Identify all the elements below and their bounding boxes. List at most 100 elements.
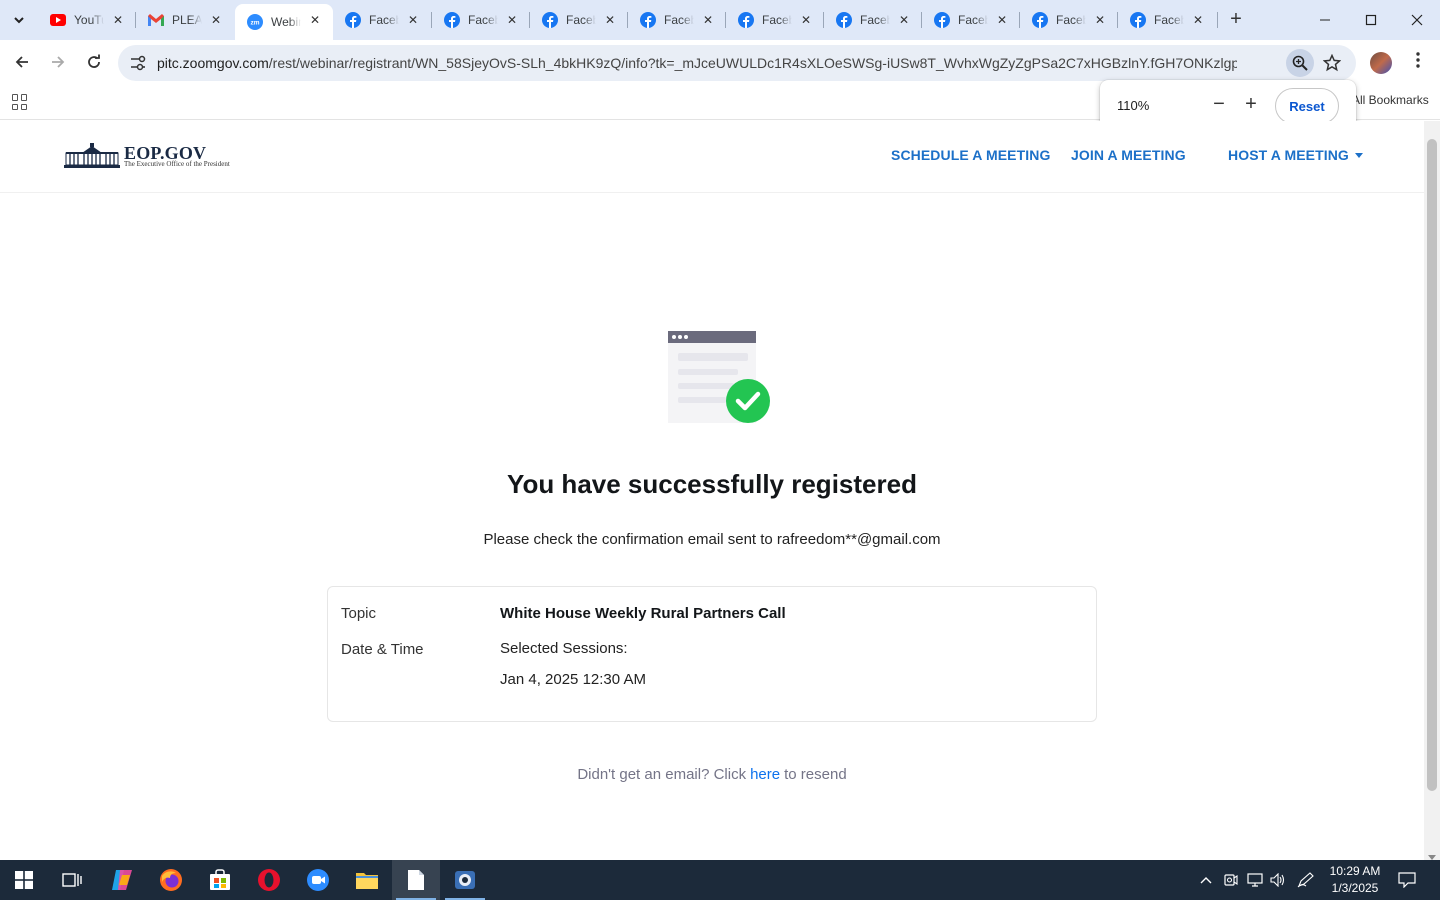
tab-search-button[interactable] (6, 7, 32, 33)
zoom-level: 110% (1117, 98, 1150, 113)
maximize-button[interactable] (1348, 0, 1394, 40)
close-icon[interactable]: ✕ (1092, 12, 1108, 28)
close-icon[interactable]: ✕ (994, 12, 1010, 28)
taskbar-store[interactable] (196, 860, 244, 900)
close-icon[interactable]: ✕ (1190, 12, 1206, 28)
tray-camera-icon[interactable] (1221, 870, 1241, 890)
nav-schedule-meeting[interactable]: SCHEDULE A MEETING (891, 147, 1050, 163)
tab-title: Facebook (860, 13, 890, 27)
zoom-reset-button[interactable]: Reset (1275, 88, 1339, 124)
url-path: /rest/webinar/registrant/WN_58SjeyOvS-SL… (268, 55, 1237, 71)
tab-gmail[interactable]: PLEASE ✕ (136, 4, 234, 36)
nav-join-meeting[interactable]: JOIN A MEETING (1071, 147, 1186, 163)
nav-host-meeting[interactable]: HOST A MEETING (1228, 147, 1363, 163)
browser-menu-button[interactable] (1406, 50, 1430, 76)
site-info-icon[interactable] (128, 53, 148, 73)
logo-subtitle: The Executive Office of the President (124, 160, 230, 168)
taskbar-clock[interactable]: 10:29 AM 1/3/2025 (1320, 863, 1390, 897)
notification-center-icon[interactable] (1397, 870, 1417, 890)
opera-icon (258, 869, 280, 891)
eop-logo[interactable]: EOP.GOV The Executive Office of the Pres… (64, 141, 254, 171)
tab-facebook[interactable]: Facebook ✕ (726, 4, 824, 36)
profile-avatar[interactable] (1370, 52, 1392, 74)
session-datetime: Jan 4, 2025 12:30 AM (500, 671, 646, 688)
tab-facebook[interactable]: Facebook ✕ (922, 4, 1020, 36)
sessions-label: Selected Sessions: (500, 640, 628, 657)
arrow-right-icon (52, 56, 65, 68)
windows-logo-icon (15, 871, 33, 889)
task-view-icon (62, 873, 82, 887)
tab-separator (1217, 12, 1218, 28)
tab-facebook[interactable]: Facebook ✕ (628, 4, 726, 36)
tab-webinar[interactable]: zm Webinar ✕ (235, 4, 333, 40)
tab-title: Facebook (468, 13, 498, 27)
success-title: You have successfully registered (507, 469, 917, 499)
close-icon[interactable]: ✕ (602, 12, 618, 28)
scrollbar-thumb[interactable] (1427, 139, 1437, 791)
close-window-button[interactable] (1394, 0, 1440, 40)
tab-youtube[interactable]: YouTube ✕ (38, 4, 136, 36)
tab-facebook[interactable]: Facebook ✕ (530, 4, 628, 36)
minimize-button[interactable] (1302, 0, 1348, 40)
close-icon[interactable]: ✕ (110, 12, 126, 28)
taskbar-firefox[interactable] (147, 860, 195, 900)
folder-icon (356, 873, 378, 889)
new-tab-button[interactable]: + (1224, 8, 1248, 32)
tab-title: Facebook (566, 13, 596, 27)
zoom-indicator-button[interactable] (1286, 49, 1314, 77)
store-bag-icon (210, 869, 230, 890)
tab-facebook[interactable]: Facebook ✕ (824, 4, 922, 36)
taskbar-zoom[interactable] (294, 860, 342, 900)
facebook-icon (934, 12, 950, 28)
facebook-icon (1130, 12, 1146, 28)
check-circle-icon (726, 379, 770, 423)
tab-facebook[interactable]: Facebook ✕ (333, 4, 431, 36)
tab-facebook[interactable]: Facebook ✕ (1020, 4, 1118, 36)
facebook-icon (1032, 12, 1048, 28)
close-icon[interactable]: ✕ (307, 12, 323, 28)
close-icon[interactable]: ✕ (700, 12, 716, 28)
close-icon[interactable]: ✕ (896, 12, 912, 28)
reload-button[interactable] (80, 48, 108, 76)
tray-chevron-up-icon[interactable] (1196, 870, 1216, 890)
all-bookmarks-button[interactable]: All Bookmarks (1352, 93, 1429, 107)
zoom-out-button[interactable]: − (1208, 93, 1230, 117)
resend-link[interactable]: here (750, 766, 780, 783)
back-button[interactable] (8, 48, 36, 76)
zoom-in-button[interactable]: + (1240, 93, 1262, 117)
taskbar-copilot[interactable] (98, 860, 146, 900)
facebook-icon (444, 12, 460, 28)
taskbar-opera[interactable] (245, 860, 293, 900)
chevron-down-icon (14, 17, 24, 24)
taskbar-chrome-profile[interactable] (441, 860, 489, 900)
close-icon[interactable]: ✕ (405, 12, 421, 28)
tab-facebook[interactable]: Facebook ✕ (432, 4, 530, 36)
facebook-icon (542, 12, 558, 28)
close-icon[interactable]: ✕ (798, 12, 814, 28)
bookmark-star-button[interactable] (1320, 51, 1344, 75)
magnifier-zoom-icon (1292, 55, 1308, 71)
page-content: EOP.GOV The Executive Office of the Pres… (0, 121, 1424, 860)
star-icon (1323, 54, 1341, 72)
tray-volume-icon[interactable] (1268, 870, 1288, 890)
taskbar-file-explorer[interactable] (343, 860, 391, 900)
tray-network-icon[interactable] (1245, 870, 1265, 890)
page-scrollbar[interactable] (1424, 121, 1440, 860)
tab-title: YouTube (74, 13, 104, 27)
close-icon[interactable]: ✕ (504, 12, 520, 28)
forward-button[interactable] (44, 48, 72, 76)
facebook-icon (738, 12, 754, 28)
url-text[interactable]: pitc.zoomgov.com/rest/webinar/registrant… (157, 55, 1237, 71)
taskbar-notepad[interactable] (392, 860, 440, 900)
white-house-logo-icon (64, 143, 120, 168)
address-bar[interactable]: pitc.zoomgov.com/rest/webinar/registrant… (118, 45, 1356, 81)
tab-title: Facebook (762, 13, 792, 27)
task-view-button[interactable] (48, 860, 96, 900)
tab-facebook[interactable]: Facebook ✕ (1118, 4, 1216, 36)
apps-grid-icon[interactable] (12, 94, 28, 110)
facebook-icon (345, 12, 361, 28)
tray-pen-icon[interactable] (1296, 870, 1316, 890)
tab-title: PLEASE (172, 13, 202, 27)
close-icon[interactable]: ✕ (208, 12, 224, 28)
start-button[interactable] (0, 860, 48, 900)
